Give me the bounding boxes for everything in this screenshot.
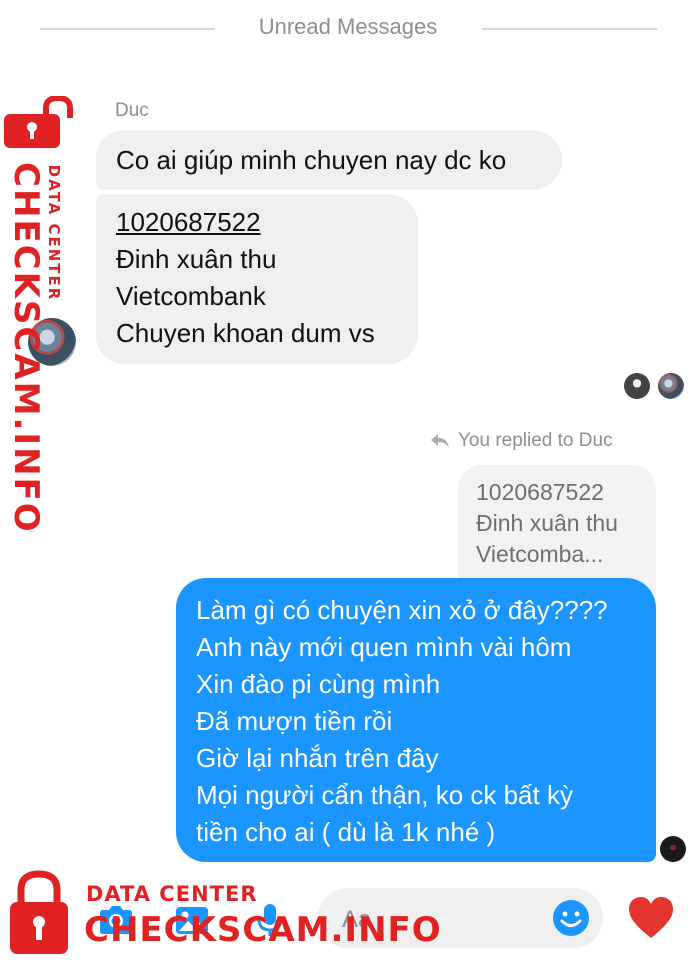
- seen-avatar: [658, 373, 684, 399]
- outgoing-message-bubble[interactable]: Làm gì có chuyện xin xỏ ở đây???? Anh nà…: [176, 578, 656, 862]
- account-number-link[interactable]: 1020687522: [116, 204, 398, 241]
- reply-icon: [431, 434, 449, 448]
- message-line: Giờ lại nhắn trên đây: [196, 743, 439, 773]
- message-line: Làm gì có chuyện xin xỏ ở đây????: [196, 595, 608, 625]
- reply-hint: You replied to Duc: [430, 430, 613, 452]
- watermark-bottom-sub: DATA CENTER: [86, 882, 258, 906]
- quoted-line: 1020687522: [476, 479, 604, 505]
- message-line: Anh này mới quen mình vài hôm: [196, 632, 572, 662]
- message-line: Xin đào pi cùng mình: [196, 669, 441, 699]
- watermark-side: CHECKSCAM.INFO DATA CENTER: [2, 96, 82, 534]
- message-line: tiền cho ai ( dù là 1k nhé ): [196, 817, 496, 847]
- lock-icon: [4, 96, 73, 148]
- divider-line-right: [482, 28, 657, 30]
- message-line: Chuyen khoan dum vs: [116, 318, 375, 348]
- message-line: Đinh xuân thu: [116, 244, 277, 274]
- watermark-side-main: CHECKSCAM.INFO: [6, 162, 46, 534]
- reply-hint-text: You replied to Duc: [458, 430, 613, 451]
- quoted-line: Vietcomba...: [476, 541, 604, 567]
- watermark-bottom-main: CHECKSCAM.INFO: [84, 910, 442, 950]
- read-receipt-avatar: [660, 836, 686, 862]
- watermark-side-sub: DATA CENTER: [45, 164, 63, 302]
- sender-name: Duc: [115, 100, 149, 121]
- incoming-message-text: Co ai giúp minh chuyen nay dc ko: [116, 145, 507, 175]
- incoming-message-bubble[interactable]: Co ai giúp minh chuyen nay dc ko: [96, 130, 562, 190]
- emoji-icon[interactable]: [551, 898, 591, 938]
- unread-divider-label: Unread Messages: [258, 14, 438, 39]
- incoming-message-bubble[interactable]: 1020687522 Đinh xuân thu Vietcombank Chu…: [96, 194, 418, 364]
- heart-icon[interactable]: [626, 894, 676, 942]
- message-line: Đã mượn tiền rồi: [196, 706, 393, 736]
- quoted-line: Đinh xuân thu: [476, 510, 618, 536]
- lock-icon: [10, 870, 68, 954]
- message-line: Mọi người cẩn thận, ko ck bất kỳ: [196, 780, 573, 810]
- unread-divider: Unread Messages: [0, 0, 696, 58]
- seen-avatar: [624, 373, 650, 399]
- watermark-bottom: DATA CENTER CHECKSCAM.INFO: [0, 870, 441, 960]
- quoted-message[interactable]: 1020687522 Đinh xuân thu Vietcomba...: [458, 465, 656, 595]
- message-line: Vietcombank: [116, 281, 266, 311]
